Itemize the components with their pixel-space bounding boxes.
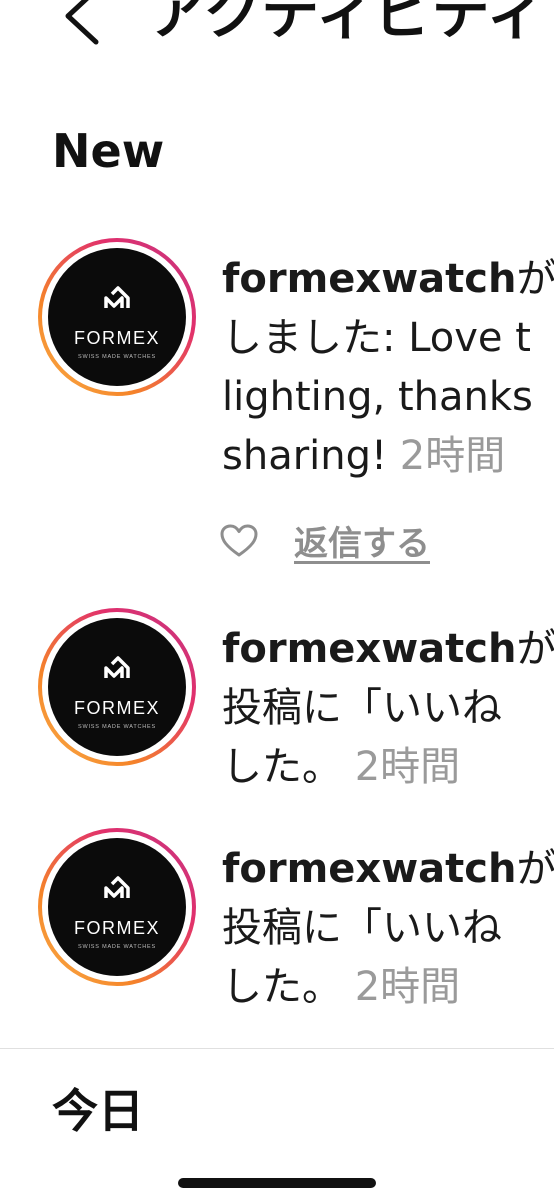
back-button[interactable]	[52, 0, 112, 48]
avatar-story-ring[interactable]: FORMEX SWISS MADE WATCHES	[38, 238, 196, 396]
svg-text:SWISS MADE WATCHES: SWISS MADE WATCHES	[78, 944, 156, 950]
timestamp: 2時間	[399, 433, 506, 479]
avatar: FORMEX SWISS MADE WATCHES	[48, 838, 186, 976]
username[interactable]: formexwatch	[222, 846, 516, 892]
svg-text:FORMEX: FORMEX	[74, 918, 160, 938]
header: アクティビティ	[0, 0, 554, 58]
page-title: アクティビティ	[148, 0, 545, 47]
avatar-story-ring[interactable]: FORMEX SWISS MADE WATCHES	[38, 608, 196, 766]
formex-logo-icon: FORMEX SWISS MADE WATCHES	[74, 286, 160, 360]
avatar: FORMEX SWISS MADE WATCHES	[48, 248, 186, 386]
avatar-story-ring[interactable]: FORMEX SWISS MADE WATCHES	[38, 828, 196, 986]
svg-text:FORMEX: FORMEX	[74, 698, 160, 718]
section-title-today: 今日	[52, 1084, 144, 1138]
activity-text: formexwatchが 投稿に「いいね した。 2時間	[222, 846, 554, 1010]
activity-text: formexwatchが 投稿に「いいね した。 2時間	[222, 626, 554, 790]
heart-outline-icon[interactable]	[220, 524, 258, 558]
section-title-new: New	[52, 124, 165, 178]
svg-text:FORMEX: FORMEX	[74, 328, 160, 348]
home-indicator[interactable]	[178, 1178, 376, 1188]
timestamp: 2時間	[354, 744, 461, 790]
formex-logo-icon: FORMEX SWISS MADE WATCHES	[74, 876, 160, 950]
svg-text:SWISS MADE WATCHES: SWISS MADE WATCHES	[78, 724, 156, 730]
formex-logo-icon: FORMEX SWISS MADE WATCHES	[74, 656, 160, 730]
timestamp: 2時間	[354, 964, 461, 1010]
section-divider	[0, 1048, 554, 1049]
svg-text:SWISS MADE WATCHES: SWISS MADE WATCHES	[78, 354, 156, 360]
chevron-left-icon	[65, 0, 99, 45]
comment-actions: 返信する	[220, 516, 430, 565]
activity-text: formexwatchが しました: Love t lighting, than…	[222, 256, 554, 479]
activity-screen: アクティビティ New FORMEX SWISS MADE WATCHES fo…	[0, 0, 554, 1200]
username[interactable]: formexwatch	[222, 626, 516, 672]
reply-button[interactable]: 返信する	[294, 516, 430, 565]
username[interactable]: formexwatch	[222, 256, 516, 302]
avatar: FORMEX SWISS MADE WATCHES	[48, 618, 186, 756]
